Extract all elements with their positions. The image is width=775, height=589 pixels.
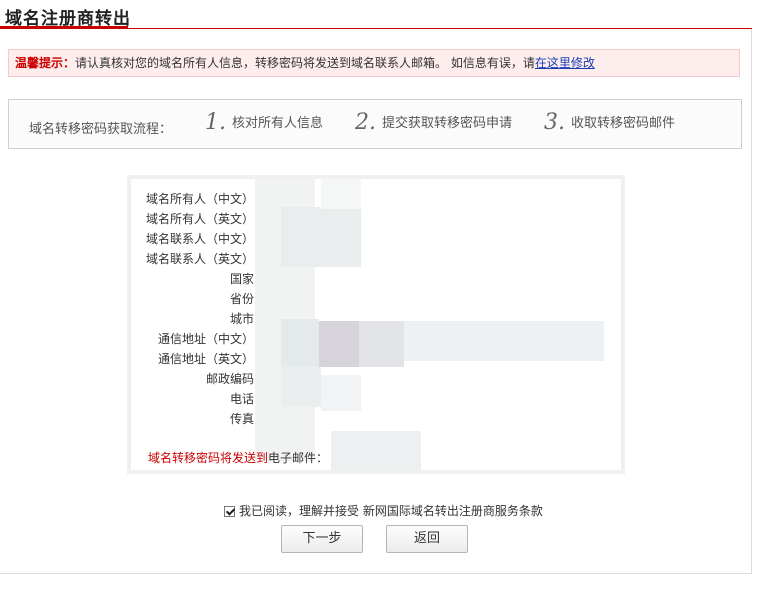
notice-text: 请认真核对您的域名所有人信息，转移密码将发送到域名联系人邮箱。 如信息有误，请 xyxy=(75,56,535,70)
step-1-text: 核对所有人信息 xyxy=(232,116,324,131)
email-label: 电子邮件： xyxy=(268,451,329,465)
redacted-block xyxy=(359,321,404,367)
redacted-block xyxy=(331,431,421,471)
notice-label: 温馨提示： xyxy=(15,56,76,70)
redacted-block xyxy=(321,179,361,209)
frame-border-bottom xyxy=(0,573,752,574)
step-2-text: 提交获取转移密码申请 xyxy=(382,116,513,131)
redacted-block xyxy=(319,321,359,367)
step-2: 2. 提交获取转移密码申请 xyxy=(355,110,512,135)
step-3: 3. 收取转移密码邮件 xyxy=(544,110,675,135)
back-button[interactable]: 返回 xyxy=(386,525,468,553)
frame-border-right xyxy=(751,29,752,574)
next-button[interactable]: 下一步 xyxy=(281,525,363,553)
owner-info-panel: 域名所有人（中文） 域名所有人（英文） 域名联系人（中文） 域名联系人（英文） … xyxy=(127,175,625,474)
redacted-block xyxy=(321,375,361,411)
step-3-text: 收取转移密码邮件 xyxy=(571,116,676,131)
agreement-row: 我已阅读，理解并接受 新网国际域名转出注册商服务条款 xyxy=(224,502,543,519)
step-1-number: 1. xyxy=(205,110,226,135)
email-notice: 域名转移密码将发送到 xyxy=(148,451,269,465)
agreement-text: 我已阅读，理解并接受 新网国际域名转出注册商服务条款 xyxy=(239,504,543,518)
step-3-number: 3. xyxy=(544,110,565,135)
edit-info-link[interactable]: 在这里修改 xyxy=(535,56,595,70)
steps-label: 域名转移密码获取流程： xyxy=(29,122,173,137)
redacted-block xyxy=(281,319,319,369)
notice-bar: 温馨提示：请认真核对您的域名所有人信息，转移密码将发送到域名联系人邮箱。 如信息… xyxy=(8,49,740,77)
redacted-block xyxy=(281,207,361,267)
step-2-number: 2. xyxy=(355,110,376,135)
redacted-block xyxy=(281,367,321,407)
step-1: 1. 核对所有人信息 xyxy=(205,110,323,135)
email-row: 域名转移密码将发送到电子邮件： xyxy=(148,449,328,466)
agreement-checkbox[interactable] xyxy=(224,506,235,517)
title-underline xyxy=(0,26,128,29)
process-steps: 域名转移密码获取流程： 1. 核对所有人信息 2. 提交获取转移密码申请 3. 收取转… xyxy=(8,99,742,149)
redacted-block xyxy=(404,321,604,361)
